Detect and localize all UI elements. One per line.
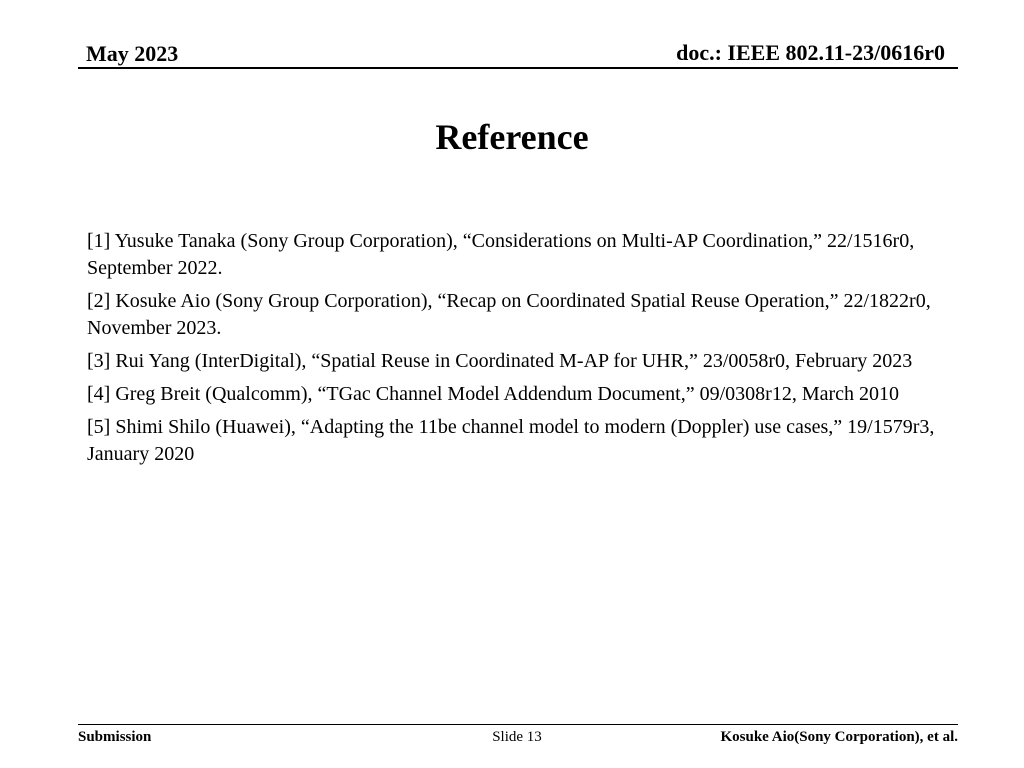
- reference-item-4: [4] Greg Breit (Qualcomm), “TGac Channel…: [87, 383, 900, 405]
- reference-item-5: [5] Shimi Shilo (Huawei), “Adapting the …: [87, 416, 935, 465]
- reference-item-2: [2] Kosuke Aio (Sony Group Corporation),…: [87, 290, 931, 339]
- header-date: May 2023: [86, 41, 179, 66]
- footer-author: Kosuke Aio(Sony Corporation), et al.: [720, 729, 958, 745]
- header-divider: [78, 67, 958, 69]
- reference-list: [1] Yusuke Tanaka (Sony Group Corporatio…: [87, 228, 957, 474]
- reference-item-1: [1] Yusuke Tanaka (Sony Group Corporatio…: [87, 230, 915, 279]
- footer-divider: [78, 724, 958, 725]
- header-doc-id: doc.: IEEE 802.11-23/0616r0: [676, 40, 945, 65]
- slide-title: Reference: [435, 117, 589, 157]
- reference-item-3: [3] Rui Yang (InterDigital), “Spatial Re…: [87, 350, 913, 372]
